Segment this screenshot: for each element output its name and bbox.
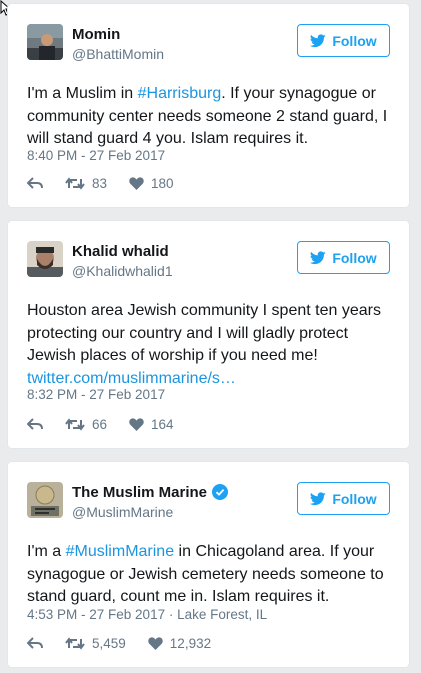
- twitter-bird-icon: [310, 250, 327, 264]
- reply-icon: [27, 637, 43, 649]
- meta-separator: ·: [168, 607, 174, 622]
- retweet-count: 83: [92, 176, 108, 191]
- tweet-text-part: I'm a: [27, 543, 66, 560]
- tweet-timestamp[interactable]: 8:40 PM - 27 Feb 2017: [27, 148, 165, 163]
- avatar[interactable]: [27, 241, 63, 277]
- author-name-row: Momin: [72, 24, 120, 44]
- tweet-text: I'm a Muslim in #Harrisburg. If your syn…: [27, 83, 393, 151]
- retweet-button[interactable]: 66: [65, 417, 107, 432]
- verified-badge-icon: [212, 484, 229, 500]
- follow-button-label: Follow: [332, 249, 377, 266]
- hashtag-link[interactable]: #MuslimMarine: [66, 543, 174, 560]
- like-button[interactable]: 180: [129, 176, 174, 191]
- heart-icon: [129, 177, 144, 190]
- twitter-bird-icon: [310, 491, 327, 505]
- heart-icon: [129, 418, 144, 431]
- avatar[interactable]: [27, 482, 63, 518]
- tweet-card: The Muslim Marine @MuslimMarine Follow I…: [7, 461, 410, 668]
- retweet-icon: [65, 177, 85, 190]
- tweet-actions: 66 164: [27, 417, 196, 432]
- reply-icon: [27, 177, 43, 189]
- tweet-text-part: I'm a Muslim in: [27, 85, 138, 102]
- tweet-card: Momin @BhattiMomin Follow I'm a Muslim i…: [7, 3, 410, 208]
- tweet-timestamp[interactable]: 8:32 PM - 27 Feb 2017: [27, 387, 165, 402]
- tweet-text: Houston area Jewish community I spent te…: [27, 300, 393, 390]
- tweet-timestamp[interactable]: 4:53 PM - 27 Feb 2017: [27, 607, 165, 622]
- heart-icon: [148, 637, 163, 650]
- author-name[interactable]: Khalid whalid: [72, 243, 169, 260]
- follow-button[interactable]: Follow: [297, 24, 390, 57]
- author-name-row: Khalid whalid: [72, 241, 169, 261]
- author-name[interactable]: Momin: [72, 26, 120, 43]
- author-handle[interactable]: @BhattiMomin: [72, 46, 164, 62]
- tweet-actions: 5,459 12,932: [27, 636, 233, 651]
- author-name-row: The Muslim Marine: [72, 482, 229, 502]
- like-button[interactable]: 12,932: [148, 636, 211, 651]
- follow-button-label: Follow: [332, 32, 377, 49]
- like-button[interactable]: 164: [129, 417, 174, 432]
- hashtag-link[interactable]: #Harrisburg: [138, 85, 222, 102]
- like-count: 164: [151, 417, 174, 432]
- follow-button[interactable]: Follow: [297, 482, 390, 515]
- retweet-button[interactable]: 83: [65, 176, 107, 191]
- tweet-link[interactable]: twitter.com/muslimmarine/s…: [27, 370, 236, 387]
- author-name[interactable]: The Muslim Marine: [72, 484, 207, 501]
- follow-button[interactable]: Follow: [297, 241, 390, 274]
- retweet-count: 66: [92, 417, 108, 432]
- retweet-count: 5,459: [92, 636, 126, 651]
- reply-button[interactable]: [27, 637, 43, 650]
- tweet-actions: 83 180: [27, 176, 196, 191]
- avatar[interactable]: [27, 24, 63, 60]
- retweet-icon: [65, 637, 85, 650]
- retweet-button[interactable]: 5,459: [65, 636, 126, 651]
- retweet-icon: [65, 418, 85, 431]
- author-handle[interactable]: @MuslimMarine: [72, 504, 173, 520]
- author-handle[interactable]: @Khalidwhalid1: [72, 263, 173, 279]
- twitter-bird-icon: [310, 33, 327, 47]
- tweet-text-part: Houston area Jewish community I spent te…: [27, 302, 381, 364]
- reply-button[interactable]: [27, 177, 43, 190]
- reply-icon: [27, 418, 43, 430]
- tweet-text: I'm a #MuslimMarine in Chicagoland area.…: [27, 541, 393, 609]
- tweet-meta: 4:53 PM - 27 Feb 2017 · Lake Forest, IL: [27, 607, 267, 622]
- like-count: 12,932: [169, 636, 212, 651]
- like-count: 180: [151, 176, 174, 191]
- reply-button[interactable]: [27, 418, 43, 431]
- tweet-location[interactable]: Lake Forest, IL: [177, 607, 267, 622]
- tweet-card: Khalid whalid @Khalidwhalid1 Follow Hous…: [7, 220, 410, 449]
- follow-button-label: Follow: [332, 490, 377, 507]
